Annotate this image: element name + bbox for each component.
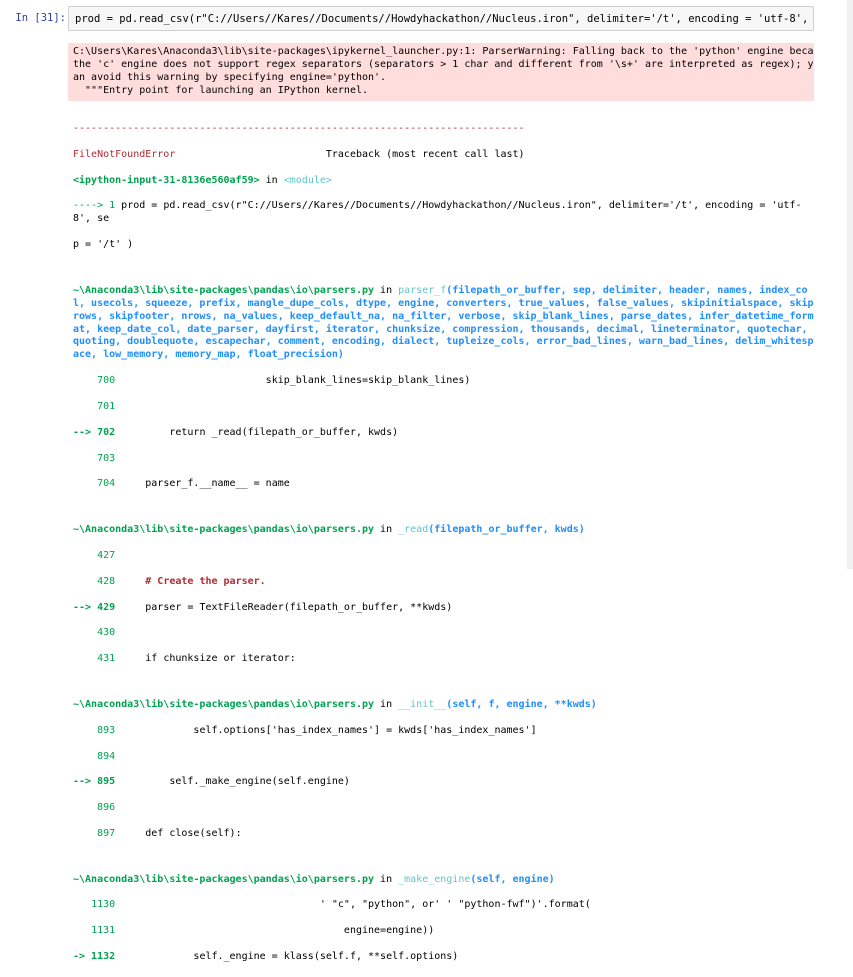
frame-func: _make_engine [398,873,471,885]
line-number: 701 [73,400,116,412]
warning-output: C:\Users\Kares\Anaconda3\lib\site-packag… [68,43,814,101]
module-name: <module> [283,174,332,186]
code-cell[interactable]: prod = pd.read_csv(r"C://Users//Kares//D… [68,6,814,31]
source-line: self._make_engine(self.engine) [121,776,350,788]
line-number: 703 [73,452,116,464]
source-line: self._engine = klass(self.f, **self.opti… [121,951,459,963]
frame-signature: (self, f, engine, **kwds) [446,698,597,710]
line-number: 893 [73,724,122,736]
frame-path: ~\Anaconda3\lib\site-packages\pandas\io\… [73,524,375,536]
error-name: FileNotFoundError [73,148,176,160]
line-number: --> 702 [73,426,122,438]
line-number: 428 [73,575,122,587]
frame-signature: (filepath_or_buffer, kwds) [428,524,585,536]
code-call: prod = pd.read_csv(r"C://Users//Kares//D… [73,200,802,225]
source-line: return _read(filepath_or_buffer, kwds) [121,426,399,438]
frame-signature: (self, engine) [470,873,555,885]
frame-func: parser_f [398,284,447,296]
warning-line: """Entry point for launching an IPython … [73,84,369,96]
source-line: parser_f.__name__ = name [121,478,290,490]
frame-func: __init__ [398,698,447,710]
warning-line: an avoid this warning by specifying engi… [73,71,387,83]
line-number: 894 [73,750,116,762]
source-line: ' "c", "python", or' ' "python-fwf")'.fo… [121,899,591,911]
source-line: engine=engine)) [121,925,435,937]
source-line: parser = TextFileReader(filepath_or_buff… [121,601,453,613]
line-number: 1130 [73,899,122,911]
frame-signature: (filepath_or_buffer, sep, delimiter, hea… [73,284,814,361]
input-ref: <ipython-input-31-8136e560af59> [73,174,260,186]
line-number: 1131 [73,925,122,937]
line-number: 896 [73,802,116,814]
line-number: 700 [73,375,122,387]
scrollbar[interactable] [847,0,853,569]
in-word: in [374,873,399,885]
frame-path: ~\Anaconda3\lib\site-packages\pandas\io\… [73,284,375,296]
source-comment: # Create the parser. [121,575,266,587]
input-prompt: In [31]: [15,12,66,24]
line-number: 427 [73,549,116,561]
source-line: if chunksize or iterator: [121,653,296,665]
warning-line: C:\Users\Kares\Anaconda3\lib\site-packag… [73,46,814,57]
source-line: def close(self): [121,827,242,839]
source-line: self.options['has_index_names'] = kwds['… [121,724,537,736]
line-number: --> 895 [73,776,122,788]
arrow-marker: ----> 1 [73,200,122,212]
frame-func: _read [398,524,429,536]
line-number: 430 [73,627,116,639]
line-number: 897 [73,827,122,839]
line-number: -> 1132 [73,951,122,963]
warning-line: the 'c' engine does not support regex se… [73,58,814,70]
code-call-cont: p = '/t' ) [73,239,134,251]
line-number: 431 [73,653,122,665]
in-word: in [374,284,399,296]
code-line[interactable]: prod = pd.read_csv(r"C://Users//Kares//D… [75,13,813,25]
in-word: in [259,174,284,186]
traceback-dashes: ----------------------------------------… [73,122,525,134]
source-line: skip_blank_lines=skip_blank_lines) [121,375,471,387]
traceback-header: Traceback (most recent call last) [325,148,525,160]
frame-path: ~\Anaconda3\lib\site-packages\pandas\io\… [73,698,375,710]
traceback-output: ----------------------------------------… [73,110,818,977]
line-number: 704 [73,478,122,490]
frame-path: ~\Anaconda3\lib\site-packages\pandas\io\… [73,873,375,885]
in-word: in [374,698,399,710]
in-word: in [374,524,399,536]
line-number: --> 429 [73,601,122,613]
